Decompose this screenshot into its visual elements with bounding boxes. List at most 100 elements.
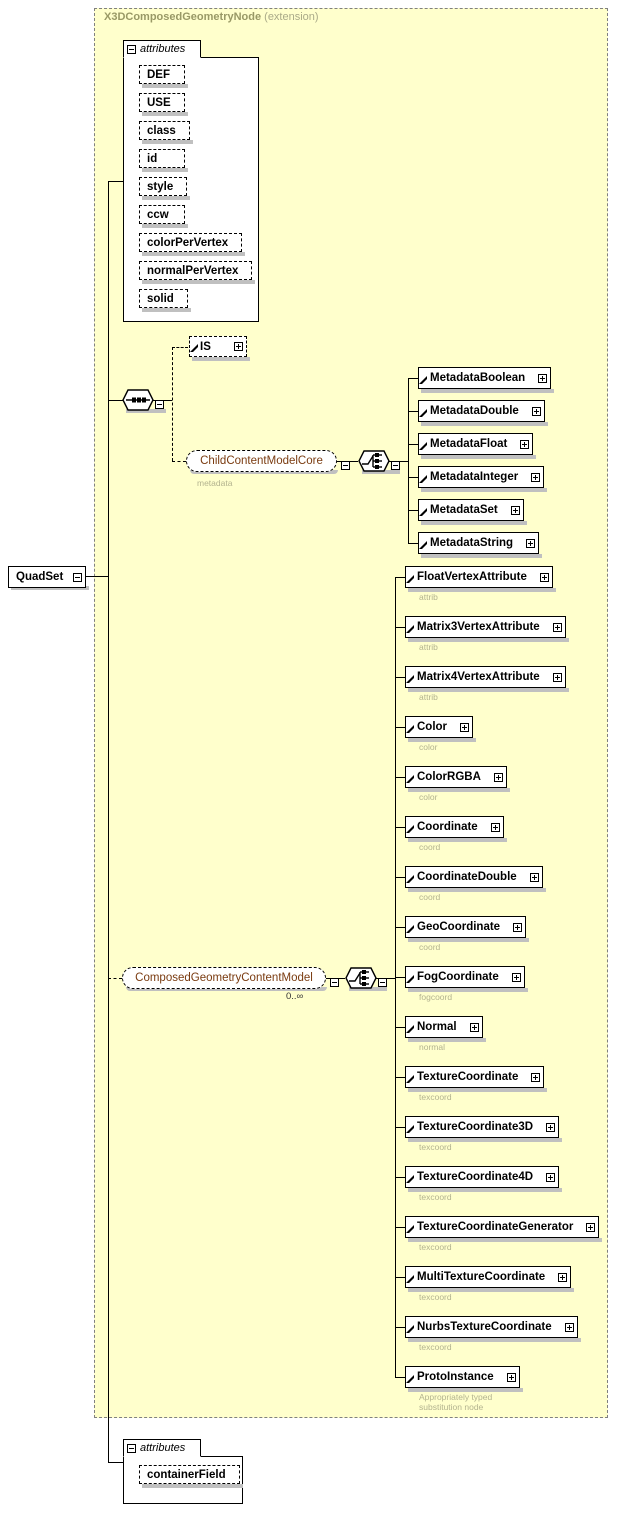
element-texturecoordinate3d[interactable]: TextureCoordinate3D [405,1116,559,1138]
element-shadow [421,488,547,492]
element-expander[interactable] [512,972,524,982]
element-matrix4vertexattribute[interactable]: Matrix4VertexAttribute [405,666,566,688]
element-expander[interactable] [526,538,538,548]
element-expander[interactable] [491,822,503,832]
attribute-ccw[interactable]: ccw [139,205,185,224]
attribute-colorpervertex[interactable]: colorPerVertex [139,233,242,252]
attribute-style[interactable]: style [139,177,187,196]
own-attributes-collapse-icon[interactable] [127,1443,136,1453]
element-shadow [408,1038,486,1042]
element-expander[interactable] [507,1372,519,1382]
geometry-choice-expander[interactable] [378,974,387,992]
element-metadatafloat[interactable]: MetadataFloat [418,433,533,455]
group-composedgeometrycontentmodel-label: ComposedGeometryContentModel [135,972,313,984]
element-expander[interactable] [553,672,565,682]
element-caption: color [419,792,437,802]
attribute-label: ccw [147,208,169,221]
connector-bus-to-matrix4vertexattribute [395,677,405,678]
element-normal[interactable]: Normal [405,1016,483,1038]
reference-arrow-icon [406,1125,414,1133]
element-color[interactable]: Color [405,716,473,738]
element-expander[interactable] [531,1072,543,1082]
group-composedgeometrycontentmodel[interactable]: ComposedGeometryContentModel [122,967,326,989]
element-expander[interactable] [540,572,552,582]
attribute-id[interactable]: id [139,149,185,168]
element-expander[interactable] [538,373,550,383]
attribute-shadow [142,1484,243,1488]
childcontentmodelcore-expander[interactable] [341,457,350,475]
element-texturecoordinate4d[interactable]: TextureCoordinate4D [405,1166,559,1188]
root-element-quadset[interactable]: QuadSet [8,566,86,588]
element-expander[interactable] [565,1322,577,1332]
caption-line: coord [419,842,441,852]
element-nurbstexturecoordinate[interactable]: NurbsTextureCoordinate [405,1316,578,1338]
element-expander[interactable] [558,1272,570,1282]
attribute-def[interactable]: DEF [139,65,185,84]
element-matrix3vertexattribute[interactable]: Matrix3VertexAttribute [405,616,566,638]
connector-bus-to-metadatainteger [408,477,418,478]
quadset-expander[interactable] [73,572,85,582]
connector-spine-to-attributes [108,181,123,182]
attribute-shadow [142,168,188,172]
element-metadatadouble[interactable]: MetadataDouble [418,400,545,422]
attributes-tab-inherited[interactable]: attributes [123,40,201,58]
element-protoinstance[interactable]: ProtoInstance [405,1366,520,1388]
group-childcontentmodelcore[interactable]: ChildContentModelCore [186,450,337,472]
connector-bus-to-metadatadouble [408,411,418,412]
element-expander[interactable] [460,722,472,732]
element-coordinate[interactable]: Coordinate [405,816,504,838]
element-texturecoordinategenerator[interactable]: TextureCoordinateGenerator [405,1216,599,1238]
composedgeometry-expander[interactable] [330,974,339,992]
element-expander[interactable] [532,406,544,416]
element-expander[interactable] [546,1172,558,1182]
element-expander[interactable] [520,439,532,449]
element-shadow [408,588,556,592]
connector-bus-to-metadataboolean [408,378,418,379]
element-caption: texcoord [419,1142,452,1152]
element-fogcoordinate[interactable]: FogCoordinate [405,966,525,988]
element-coordinatedouble[interactable]: CoordinateDouble [405,866,543,888]
is-shadow [192,357,250,361]
extension-title: X3DComposedGeometryNode (extension) [104,11,319,23]
connector-bus-to-matrix3vertexattribute [395,627,405,628]
element-expander[interactable] [511,505,523,515]
element-expander[interactable] [531,472,543,482]
extension-type-name: X3DComposedGeometryNode [104,11,262,23]
element-geocoordinate[interactable]: GeoCoordinate [405,916,526,938]
attributes-tab-own[interactable]: attributes [123,1439,201,1457]
reference-arrow-icon [406,775,414,783]
element-colorrgba[interactable]: ColorRGBA [405,766,507,788]
element-label: TextureCoordinate [417,1071,519,1083]
element-expander[interactable] [553,622,565,632]
element-caption: normal [419,1042,445,1052]
element-expander[interactable] [530,872,542,882]
element-metadatainteger[interactable]: MetadataInteger [418,466,544,488]
reference-arrow-icon [419,475,427,483]
element-texturecoordinate[interactable]: TextureCoordinate [405,1066,544,1088]
attribute-normalpervertex[interactable]: normalPerVertex [139,261,252,280]
sequence-expander[interactable] [155,396,164,414]
reference-arrow-icon [190,344,198,352]
attributes-collapse-icon[interactable] [127,44,136,54]
element-metadataset[interactable]: MetadataSet [418,499,524,521]
attribute-containerfield[interactable]: containerField [139,1465,240,1484]
element-multitexturecoordinate[interactable]: MultiTextureCoordinate [405,1266,571,1288]
element-expander[interactable] [494,772,506,782]
element-floatvertexattribute[interactable]: FloatVertexAttribute [405,566,553,588]
element-expander[interactable] [586,1222,598,1232]
attribute-solid[interactable]: solid [139,289,188,308]
metadata-choice-expander[interactable] [391,457,400,475]
reference-arrow-icon [406,1225,414,1233]
attribute-class[interactable]: class [139,121,190,140]
element-metadataboolean[interactable]: MetadataBoolean [418,367,551,389]
element-caption: coord [419,942,440,952]
element-expander[interactable] [546,1122,558,1132]
element-metadatastring[interactable]: MetadataString [418,532,539,554]
element-expander[interactable] [470,1022,482,1032]
element-shadow [408,1388,523,1392]
connector-bus-to-nurbstexturecoordinate [395,1327,405,1328]
element-expander[interactable] [513,922,525,932]
is-expander[interactable] [234,342,246,351]
element-label: MetadataFloat [430,438,508,450]
attribute-use[interactable]: USE [139,93,185,112]
